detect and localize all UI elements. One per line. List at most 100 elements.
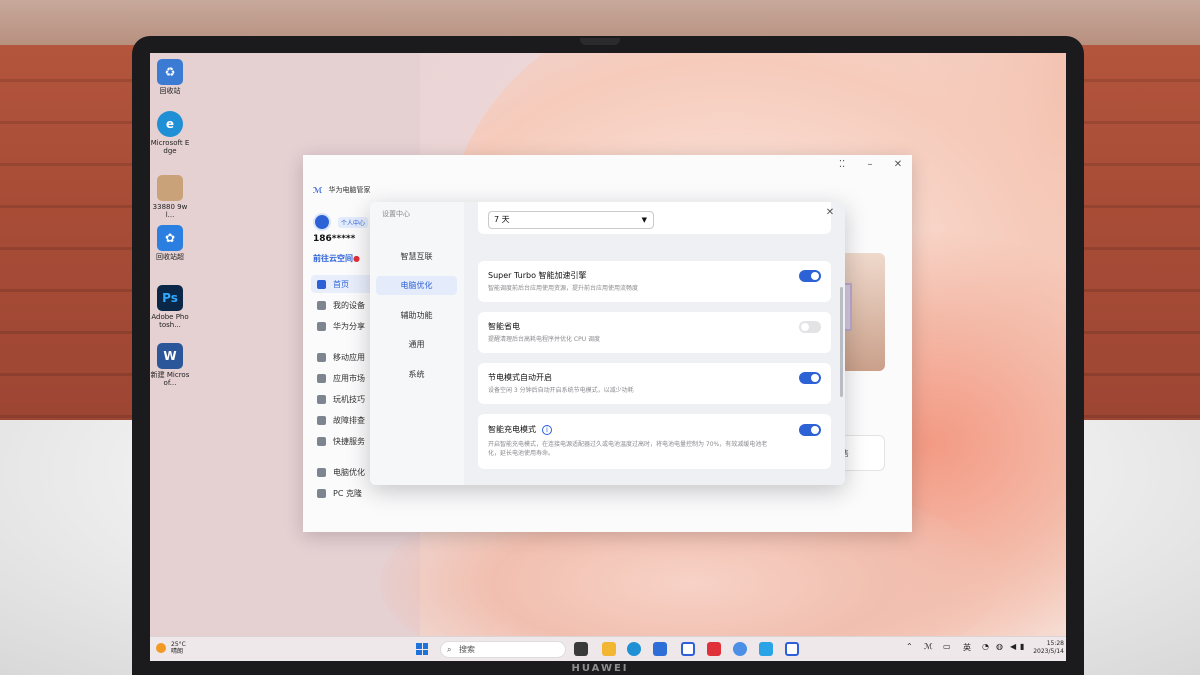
mobile-apps-icon <box>317 352 326 362</box>
laptop-brand-logo: HUAWEI <box>571 663 629 674</box>
pc-manager-tray-icon[interactable] <box>785 642 799 656</box>
taskbar-clock[interactable]: 15:28 2023/5/14 <box>1028 640 1064 656</box>
setting-power-saving-auto: 节电模式自动开启 设备空闲 3 分钟后自动开启系统节电模式，以减少功耗 <box>478 363 831 404</box>
clock-date: 2023/5/14 <box>1033 648 1064 655</box>
desktop-icon-recycle-bin[interactable]: ♻ 回收站 <box>154 59 186 95</box>
settings-nav: 设置中心 智慧互联 电脑优化 辅助功能 通用 系统 <box>370 202 464 485</box>
edge-icon[interactable] <box>627 642 641 656</box>
task-view-icon[interactable] <box>574 642 588 656</box>
edge-icon: e <box>157 111 183 137</box>
desktop-icon-edge[interactable]: e Microsoft Edge <box>151 111 189 155</box>
settings-nav-general[interactable]: 通用 <box>376 335 457 354</box>
sidebar-item-label: 移动应用 <box>333 352 365 362</box>
sidebar-item-pc-clone[interactable]: PC 克隆 <box>311 484 415 502</box>
store-icon[interactable] <box>653 642 667 656</box>
window-titlebar[interactable]: ⁚⁚ – ✕ <box>303 155 912 177</box>
tips-icon <box>317 394 326 404</box>
clock-time: 15:28 <box>1046 640 1064 647</box>
period-select-value: 7 天 <box>494 215 510 224</box>
setting-super-turbo: Super Turbo 智能加速引擎 智能调度前后台应用使用资源，提升前台应用使… <box>478 261 831 302</box>
pc-manager-icon[interactable] <box>681 642 695 656</box>
app-title: 华为电脑管家 <box>328 186 371 194</box>
minimize-button[interactable]: – <box>861 158 879 172</box>
laptop-camera-notch <box>580 38 620 45</box>
settings-scrollbar[interactable] <box>840 287 843 397</box>
share-icon <box>317 321 326 331</box>
app-market-icon <box>317 373 326 383</box>
image-file-icon <box>157 175 183 201</box>
setting-smart-charging: 智能充电模式 i 开启智能充电模式，在连接电源适配器过久或电池温度过高时，将电池电… <box>478 414 831 469</box>
chevron-down-icon: ▼ <box>641 216 647 224</box>
home-icon <box>317 279 326 289</box>
sidebar-item-label: 华为分享 <box>333 321 365 331</box>
file-explorer-icon[interactable] <box>602 642 616 656</box>
taskbar-search[interactable]: ⌕ 搜索 <box>440 641 566 658</box>
setting-description: 提醒清理后台高耗电程序并优化 CPU 调度 <box>488 336 601 343</box>
setting-description: 设备空闲 3 分钟后自动开启系统节电模式，以减少功耗 <box>488 387 634 394</box>
weather-temp: 25°C <box>171 641 186 648</box>
settings-nav-smart-connect[interactable]: 智慧互联 <box>376 247 457 266</box>
settings-nav-accessibility[interactable]: 辅助功能 <box>376 306 457 325</box>
desktop-icon-image-file[interactable]: 33880 9wl... <box>153 175 187 219</box>
settings-nav-pc-optimize[interactable]: 电脑优化 <box>376 276 457 295</box>
desktop-icon-photoshop[interactable]: Ps Adobe Photosh... <box>151 285 189 329</box>
search-icon: ⌕ <box>447 645 452 654</box>
setting-title: 智能充电模式 <box>488 425 536 434</box>
volume-icon[interactable]: ◀ <box>1010 642 1016 651</box>
sidebar-item-label: PC 克隆 <box>333 488 362 498</box>
setting-smart-power-saving: 智能省电 提醒清理后台高耗电程序并优化 CPU 调度 <box>478 312 831 353</box>
cloud-space-link-label: 前往云空间 <box>313 254 353 263</box>
dialog-title: 设置中心 <box>382 210 410 218</box>
smart-charging-toggle[interactable] <box>799 424 821 436</box>
touchpad-icon[interactable]: ▭ <box>943 642 951 651</box>
app-gallery-icon[interactable] <box>707 642 721 656</box>
cloud-space-link[interactable]: 前往云空间● <box>313 253 360 264</box>
wrench-icon <box>317 415 326 425</box>
avatar[interactable] <box>313 213 331 231</box>
user-phone: 186***** <box>313 234 356 244</box>
desktop-icon-word-document[interactable]: W 新建 Microsof... <box>151 343 189 387</box>
taskbar: 25°C 晴朗 ⌕ 搜索 ⌃ ℳ ▭ 英 ◔ ◍ ◀ ▮ 15:28 2023/… <box>150 636 1066 661</box>
setting-description: 智能调度前后台应用使用资源，提升前台应用使用流畅度 <box>488 285 639 292</box>
huawei-app-icon: ✿ <box>157 225 183 251</box>
desktop-icon-huawei-app[interactable]: ✿ 回收站超 <box>154 225 186 261</box>
pc-manager-tray-icon[interactable]: ℳ <box>924 642 933 651</box>
start-button[interactable] <box>416 643 428 655</box>
close-button[interactable]: ✕ <box>889 158 907 172</box>
settings-dialog: 设置中心 智慧互联 电脑优化 辅助功能 通用 系统 7 天 ▼ Super Tu… <box>370 202 845 485</box>
weather-widget[interactable]: 25°C 晴朗 <box>156 641 186 655</box>
period-select[interactable]: 7 天 ▼ <box>488 211 654 229</box>
start-icon-tile <box>422 643 428 649</box>
shield-icon <box>317 436 326 446</box>
ime-icon[interactable]: 英 <box>963 642 971 653</box>
settings-nav-system[interactable]: 系统 <box>376 365 457 384</box>
setting-description: 开启智能充电模式，在连接电源适配器过久或电池温度过高时，将电池电量控制为 70%… <box>488 441 768 457</box>
network-icon[interactable]: ◔ <box>982 642 989 651</box>
clone-icon <box>317 488 326 498</box>
share-icon[interactable] <box>759 642 773 656</box>
power-saving-auto-toggle[interactable] <box>799 372 821 384</box>
start-icon-tile <box>416 649 422 655</box>
battery-icon[interactable]: ▮ <box>1020 642 1024 651</box>
chevron-up-icon[interactable]: ⌃ <box>906 642 913 651</box>
promo-banner[interactable] <box>840 253 885 371</box>
service-card[interactable]: 售 <box>840 435 885 471</box>
smart-power-saving-toggle[interactable] <box>799 321 821 333</box>
close-icon[interactable]: ✕ <box>823 206 837 220</box>
huawei-pc-manager-logo-icon: ℳ <box>313 185 323 195</box>
search-placeholder: 搜索 <box>459 645 475 654</box>
weather-text: 25°C 晴朗 <box>171 641 186 655</box>
wifi-icon[interactable]: ◍ <box>996 642 1003 651</box>
super-turbo-toggle[interactable] <box>799 270 821 282</box>
user-center-badge[interactable]: 个人中心 <box>338 217 369 228</box>
start-icon-tile <box>416 643 422 649</box>
info-icon[interactable]: i <box>542 425 552 435</box>
snap-layout-button[interactable]: ⁚⁚ <box>833 158 851 172</box>
cloud-icon[interactable] <box>733 642 747 656</box>
start-icon-tile <box>422 649 428 655</box>
notification-dot: ● <box>353 254 360 263</box>
sidebar-item-label: 玩机技巧 <box>333 394 365 404</box>
devices-icon <box>317 300 326 310</box>
photoshop-icon: Ps <box>157 285 183 311</box>
laptop-screen: ♻ 回收站 e Microsoft Edge 33880 9wl... ✿ 回收… <box>150 53 1066 661</box>
